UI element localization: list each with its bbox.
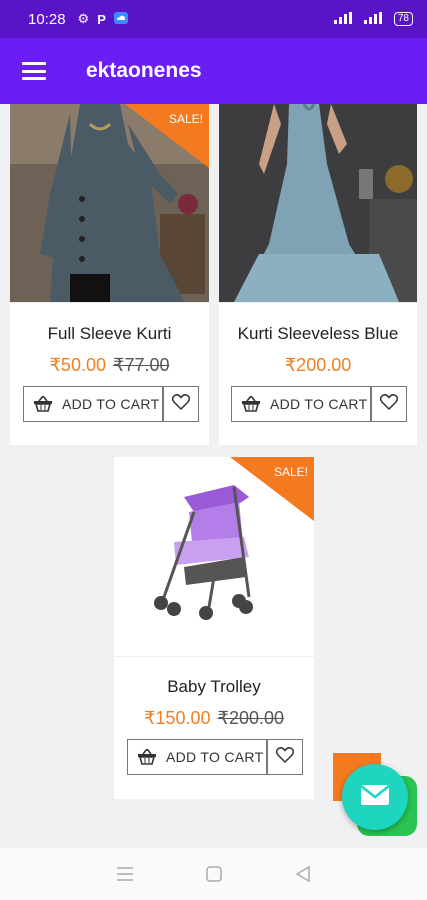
cart-basket-icon (24, 396, 62, 412)
add-to-cart-label: ADD TO CART (270, 396, 368, 412)
product-price: ₹50.00 ₹77.00 (10, 355, 209, 376)
app-title: ektaonenes (86, 59, 202, 82)
battery-icon: 78 (393, 12, 413, 26)
current-price: ₹200.00 (284, 355, 352, 375)
sale-badge: SALE! (230, 457, 314, 521)
signal-icon (333, 11, 356, 27)
product-name[interactable]: Baby Trolley (114, 677, 314, 697)
add-to-cart-button[interactable]: ADD TO CART (23, 386, 163, 422)
settings-notification-icon: ⚙ (77, 11, 90, 26)
product-name[interactable]: Full Sleeve Kurti (10, 324, 209, 344)
wishlist-button[interactable] (371, 386, 407, 422)
cloud-notification-icon (113, 11, 128, 27)
nav-back-icon[interactable] (288, 859, 318, 889)
signal-icon-2 (363, 11, 386, 27)
mail-icon (360, 784, 390, 811)
product-price: ₹200.00 (219, 355, 417, 376)
wishlist-button[interactable] (163, 386, 199, 422)
product-card-full-sleeve-kurti[interactable]: SALE! Full Sleeve Kurti ₹50.00 ₹77.00 AD… (10, 104, 209, 445)
menu-icon[interactable] (22, 62, 46, 80)
old-price: ₹77.00 (113, 355, 170, 375)
status-bar: 10:28 ⚙ P 78 (0, 0, 427, 38)
heart-icon (171, 393, 191, 415)
sale-badge: SALE! (125, 104, 209, 168)
system-nav-bar (0, 848, 427, 900)
wishlist-button[interactable] (267, 739, 303, 775)
p-notification-icon: P (97, 11, 106, 27)
add-to-cart-label: ADD TO CART (62, 396, 160, 412)
product-card-baby-trolley[interactable]: SALE! Baby Trolley ₹150.00 ₹200.00 ADD T… (114, 457, 314, 799)
product-card-kurti-sleeveless-blue[interactable]: Kurti Sleeveless Blue ₹200.00 ADD TO CAR… (219, 104, 417, 445)
add-to-cart-button[interactable]: ADD TO CART (231, 386, 371, 422)
product-name[interactable]: Kurti Sleeveless Blue (219, 324, 417, 344)
nav-home-icon[interactable] (199, 859, 229, 889)
product-price: ₹150.00 ₹200.00 (114, 708, 314, 729)
product-image[interactable] (219, 104, 417, 302)
add-to-cart-label: ADD TO CART (166, 749, 264, 765)
cart-basket-icon (128, 749, 166, 765)
heart-icon (379, 393, 399, 415)
contact-fab[interactable] (342, 764, 408, 830)
app-bar: ektaonenes (0, 38, 427, 104)
nav-menu-icon[interactable] (110, 859, 140, 889)
heart-icon (275, 746, 295, 768)
current-price: ₹50.00 (49, 355, 106, 375)
old-price: ₹200.00 (217, 708, 285, 728)
cart-basket-icon (232, 396, 270, 412)
add-to-cart-button[interactable]: ADD TO CART (127, 739, 267, 775)
status-time: 10:28 (28, 10, 66, 28)
current-price: ₹150.00 (143, 708, 211, 728)
